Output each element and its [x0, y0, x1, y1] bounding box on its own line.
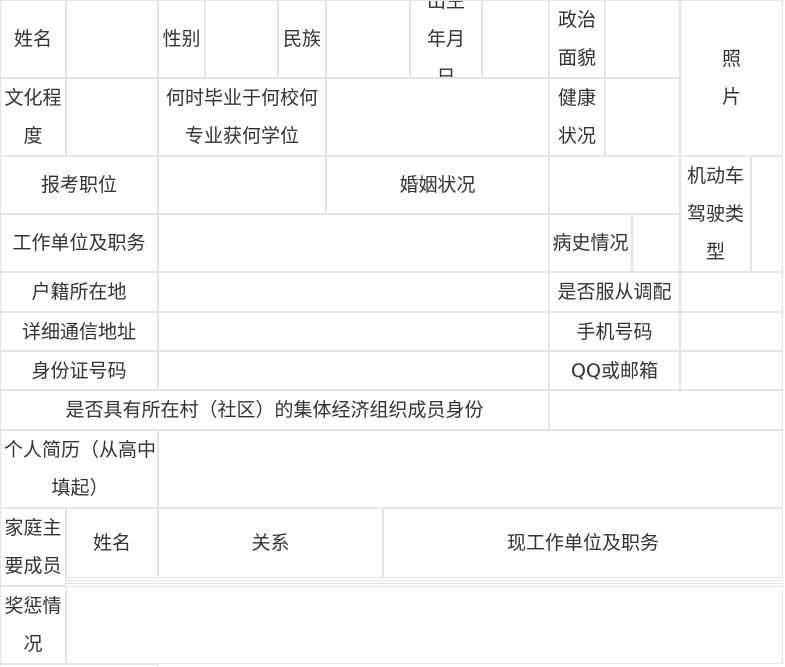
marital-label: 婚姻状况 [326, 156, 549, 214]
id-label: 身份证号码 [0, 351, 158, 390]
gender-label: 性别 [158, 0, 205, 78]
obey-label: 是否服从调配 [549, 272, 680, 312]
address-value[interactable] [158, 312, 549, 351]
license-value[interactable] [751, 156, 783, 272]
education-label: 文化程度 [0, 78, 66, 156]
qq-value[interactable] [680, 351, 783, 390]
birth-date-label: 出生年月日 [410, 0, 482, 78]
work-value[interactable] [158, 214, 549, 272]
medical-value[interactable] [632, 214, 680, 272]
gender-value[interactable] [205, 0, 278, 78]
education-value[interactable] [66, 78, 158, 156]
household-label: 户籍所在地 [0, 272, 158, 312]
name-label: 姓名 [0, 0, 66, 78]
family-label: 家庭主要成员 [0, 508, 66, 586]
health-label: 健康状况 [549, 78, 605, 156]
resume-label: 个人简历（从高中填起） [0, 430, 158, 508]
phone-label: 手机号码 [549, 312, 680, 351]
photo-box[interactable]: 照片 [680, 0, 783, 156]
qq-label: QQ或邮箱 [549, 351, 680, 390]
awards-value[interactable] [66, 586, 783, 664]
license-label: 机动车驾驶类型 [680, 156, 751, 272]
id-value[interactable] [158, 351, 549, 390]
graduation-label: 何时毕业于何校何专业获何学位 [158, 78, 326, 156]
work-label: 工作单位及职务 [0, 214, 158, 272]
politics-value[interactable] [605, 0, 680, 78]
collective-value[interactable] [549, 390, 783, 430]
address-label: 详细通信地址 [0, 312, 158, 351]
ethnicity-value[interactable] [326, 0, 410, 78]
collective-label: 是否具有所在村（社区）的集体经济组织成员身份 [0, 390, 549, 430]
position-label: 报考职位 [0, 156, 158, 214]
household-value[interactable] [158, 272, 549, 312]
awards-label: 奖惩情况 [0, 586, 66, 664]
ethnicity-label: 民族 [278, 0, 326, 78]
family-relation-header: 关系 [158, 508, 383, 578]
family-work-header: 现工作单位及职务 [383, 508, 783, 578]
graduation-value[interactable] [326, 78, 549, 156]
birth-date-value[interactable] [482, 0, 549, 78]
politics-label: 政治面貌 [549, 0, 605, 78]
registration-form: 姓名 性别 民族 出生年月日 政治面貌 照片 文化程度 何时毕业于何校何专业获何… [0, 0, 785, 667]
medical-label: 病史情况 [549, 214, 632, 272]
name-value[interactable] [66, 0, 158, 78]
phone-value[interactable] [680, 312, 783, 351]
marital-value[interactable] [549, 156, 680, 214]
position-value[interactable] [158, 156, 326, 214]
resume-value[interactable] [158, 430, 783, 508]
family-name-header: 姓名 [66, 508, 158, 578]
health-value[interactable] [605, 78, 680, 156]
obey-value[interactable] [680, 272, 783, 312]
